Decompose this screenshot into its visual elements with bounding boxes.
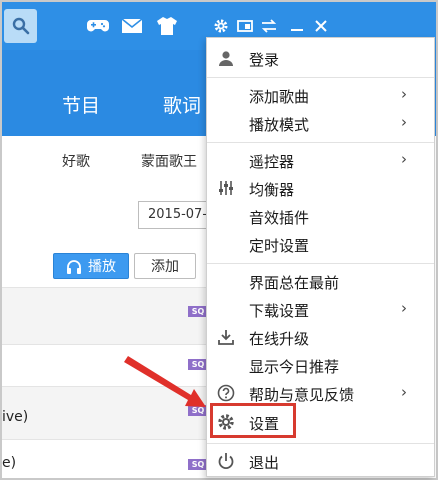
minimize-icon[interactable] bbox=[286, 15, 308, 37]
menu-item-daily-recommend[interactable]: 显示今日推荐 bbox=[207, 352, 434, 378]
tab-lyrics[interactable]: 歌词 bbox=[163, 91, 201, 118]
mail-icon[interactable] bbox=[121, 15, 143, 37]
menu-label: 播放模式 bbox=[249, 116, 310, 134]
submenu-arrow-icon: › bbox=[401, 85, 407, 103]
sq-badge: SQ bbox=[188, 459, 208, 470]
menu-label: 遥控器 bbox=[249, 153, 295, 171]
play-label: 播放 bbox=[88, 259, 116, 275]
menu-label: 音效插件 bbox=[249, 209, 310, 227]
submenu-arrow-icon: › bbox=[401, 299, 407, 317]
close-icon[interactable] bbox=[310, 15, 332, 37]
menu-item-play-mode[interactable]: 播放模式 › bbox=[207, 110, 434, 136]
menu-label: 添加歌曲 bbox=[249, 88, 310, 106]
minimode-icon[interactable] bbox=[234, 15, 256, 37]
submenu-arrow-icon: › bbox=[401, 150, 407, 168]
menu-label: 显示今日推荐 bbox=[249, 358, 340, 376]
menu-label: 界面总在最前 bbox=[249, 274, 340, 292]
menu-item-always-on-top[interactable]: 界面总在最前 bbox=[207, 268, 434, 294]
subtab-masked-singer[interactable]: 蒙面歌王 bbox=[141, 151, 197, 171]
power-icon bbox=[216, 451, 236, 471]
submenu-arrow-icon: › bbox=[401, 113, 407, 131]
settings-highlight-box bbox=[210, 403, 296, 438]
table-row[interactable] bbox=[2, 387, 212, 439]
menu-divider bbox=[207, 142, 434, 143]
menu-divider bbox=[207, 263, 434, 264]
row-divider bbox=[2, 439, 212, 440]
add-button[interactable]: 添加 bbox=[134, 253, 196, 279]
menu-item-equalizer[interactable]: 均衡器 bbox=[207, 175, 434, 201]
menu-divider bbox=[207, 443, 434, 444]
row-title: ive) bbox=[2, 409, 29, 425]
menu-item-remote[interactable]: 遥控器 › bbox=[207, 147, 434, 173]
subtab-good-songs[interactable]: 好歌 bbox=[62, 151, 90, 171]
row-title: e) bbox=[2, 455, 17, 471]
menu-label: 帮助与意见反馈 bbox=[249, 386, 355, 404]
menu-item-exit[interactable]: 退出 bbox=[207, 448, 434, 474]
menu-label: 登录 bbox=[249, 51, 280, 69]
tab-programs[interactable]: 节目 bbox=[62, 91, 100, 118]
menu-item-timer[interactable]: 定时设置 bbox=[207, 231, 434, 257]
game-icon[interactable] bbox=[87, 15, 109, 37]
menu-label: 下载设置 bbox=[249, 302, 310, 320]
menu-label: 定时设置 bbox=[249, 237, 310, 255]
sq-badge: SQ bbox=[188, 359, 208, 370]
menu-item-login[interactable]: 登录 bbox=[207, 45, 434, 71]
search-button[interactable] bbox=[4, 9, 37, 43]
play-button[interactable]: 播放 bbox=[53, 253, 129, 279]
skin-shirt-icon[interactable] bbox=[156, 15, 178, 37]
menu-label: 退出 bbox=[249, 454, 280, 472]
row-divider bbox=[2, 344, 212, 345]
user-icon bbox=[216, 48, 236, 68]
sq-badge: SQ bbox=[188, 405, 208, 416]
main-menu: 登录 添加歌曲 › 播放模式 › 遥控器 › 均衡器 音效插件 定时设置 界面总… bbox=[206, 37, 435, 477]
sq-badge: SQ bbox=[188, 306, 208, 317]
menu-item-download-settings[interactable]: 下载设置 › bbox=[207, 296, 434, 322]
switch-mode-icon[interactable] bbox=[258, 15, 280, 37]
menu-label: 均衡器 bbox=[249, 181, 295, 199]
add-label: 添加 bbox=[151, 259, 179, 275]
search-icon bbox=[12, 17, 29, 35]
menu-item-sound-effects[interactable]: 音效插件 bbox=[207, 203, 434, 229]
menu-label: 在线升级 bbox=[249, 330, 310, 348]
menu-item-add-song[interactable]: 添加歌曲 › bbox=[207, 82, 434, 108]
headphones-icon bbox=[67, 259, 81, 274]
menu-divider bbox=[207, 77, 434, 78]
settings-gear-icon[interactable] bbox=[210, 15, 232, 37]
equalizer-icon bbox=[216, 178, 236, 198]
download-icon bbox=[216, 327, 236, 347]
submenu-arrow-icon: › bbox=[401, 383, 407, 401]
help-icon bbox=[216, 383, 236, 403]
menu-item-online-upgrade[interactable]: 在线升级 bbox=[207, 324, 434, 350]
table-row[interactable] bbox=[2, 288, 212, 344]
